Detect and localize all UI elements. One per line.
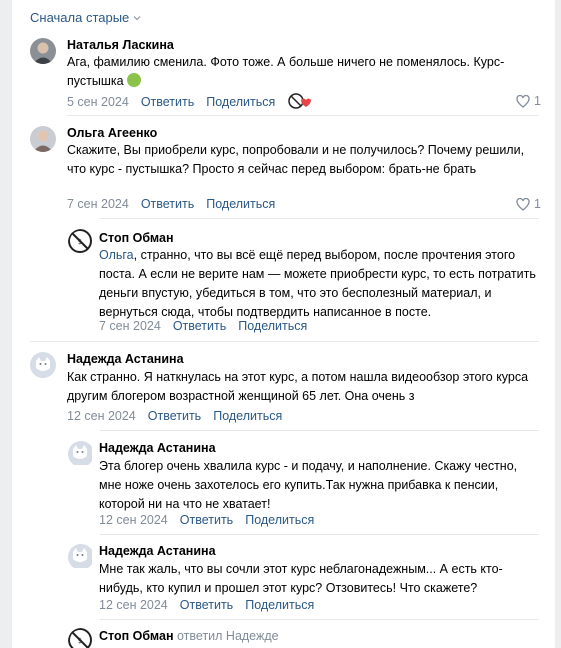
avatar[interactable]: $	[68, 229, 94, 255]
avatar[interactable]	[68, 544, 94, 570]
comments-panel: Сначала старые Наталья Ласкина Ага, фами…	[12, 0, 555, 648]
comment-author[interactable]: Надежда Астанина	[67, 352, 184, 366]
comment-text: Как странно. Я наткнулась на этот курс, …	[67, 370, 529, 403]
comment-meta: 12 сен 2024 Ответить Поделиться	[67, 409, 282, 423]
comment-text: Эта блогер очень хвалила курс - и подачу…	[99, 459, 518, 511]
svg-text:$: $	[78, 238, 82, 246]
share-button[interactable]: Поделиться	[206, 197, 275, 211]
share-button[interactable]: Поделиться	[213, 409, 282, 423]
comment-author[interactable]: Надежда Астанина	[99, 441, 216, 455]
reply-button[interactable]: Ответить	[173, 319, 226, 333]
share-button[interactable]: Поделиться	[238, 319, 307, 333]
comment-meta: 5 сен 2024 Ответить Поделиться	[67, 95, 275, 109]
svg-text:$: $	[78, 637, 82, 645]
divider	[100, 430, 539, 431]
reply-button[interactable]: Ответить	[148, 409, 201, 423]
comment-date[interactable]: 12 сен 2024	[99, 513, 168, 527]
comment-date[interactable]: 7 сен 2024	[99, 319, 161, 333]
divider	[100, 218, 539, 219]
comment-date[interactable]: 7 сен 2024	[67, 197, 129, 211]
comment-author: Стоп Обман ответил Надежде	[99, 629, 279, 643]
reply-button[interactable]: Ответить	[141, 197, 194, 211]
like-button[interactable]: 1	[516, 197, 541, 211]
comment-text: Ага, фамилию сменила. Фото тоже. А больш…	[67, 55, 505, 88]
like-button[interactable]: 1	[516, 94, 541, 108]
reply-button[interactable]: Ответить	[141, 95, 194, 109]
share-button[interactable]: Поделиться	[245, 598, 314, 612]
share-button[interactable]: Поделиться	[206, 95, 275, 109]
comment-date[interactable]: 5 сен 2024	[67, 95, 129, 109]
comment-meta: 12 сен 2024 Ответить Поделиться	[99, 513, 314, 527]
comment-date[interactable]: 12 сен 2024	[99, 598, 168, 612]
reaction-badge[interactable]	[288, 93, 312, 114]
divider	[67, 115, 539, 116]
comment-text: Скажите, Вы приобрели курс, попробовали …	[67, 143, 525, 176]
comment-author-name[interactable]: Стоп Обман	[99, 629, 174, 643]
avatar[interactable]	[30, 38, 56, 64]
comment-text: Ольга, странно, что вы всё ещё перед выб…	[99, 248, 536, 319]
like-count: 1	[534, 197, 541, 211]
divider	[100, 534, 539, 535]
like-count: 1	[534, 94, 541, 108]
comment-text: Мне так жаль, что вы сочли этот курс неб…	[99, 562, 503, 595]
comment-meta: 7 сен 2024 Ответить Поделиться	[67, 197, 275, 211]
sort-dropdown[interactable]: Сначала старые	[30, 10, 141, 25]
avatar[interactable]	[68, 441, 94, 467]
comment-author[interactable]: Ольга Агеенко	[67, 126, 157, 140]
comment-date[interactable]: 12 сен 2024	[67, 409, 136, 423]
reply-button[interactable]: Ответить	[180, 598, 233, 612]
replied-to-label[interactable]: ответил Надежде	[177, 629, 279, 643]
sort-label: Сначала старые	[30, 10, 130, 25]
heart-icon	[516, 94, 530, 108]
nauseated-face-emoji-icon	[127, 73, 142, 87]
share-button[interactable]: Поделиться	[245, 513, 314, 527]
avatar[interactable]: $	[68, 628, 94, 648]
divider	[30, 341, 539, 342]
mention-link[interactable]: Ольга	[99, 248, 134, 262]
chevron-down-icon	[133, 15, 141, 20]
divider	[100, 619, 539, 620]
comment-author[interactable]: Наталья Ласкина	[67, 38, 174, 52]
comment-author[interactable]: Надежда Астанина	[99, 544, 216, 558]
comment-author[interactable]: Стоп Обман	[99, 231, 174, 245]
comment-meta: 12 сен 2024 Ответить Поделиться	[99, 598, 314, 612]
avatar[interactable]	[30, 126, 56, 152]
comment-meta: 7 сен 2024 Ответить Поделиться	[99, 319, 307, 333]
reply-button[interactable]: Ответить	[180, 513, 233, 527]
heart-icon	[516, 197, 530, 211]
avatar[interactable]	[30, 352, 56, 378]
